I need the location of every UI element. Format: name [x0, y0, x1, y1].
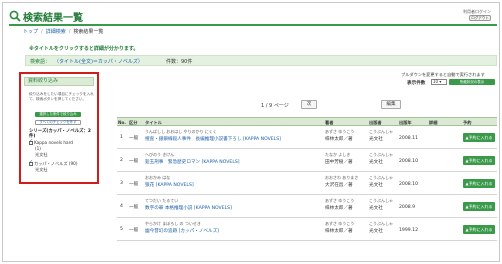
breadcrumb-top[interactable]: トップ [23, 29, 38, 35]
result-count: 件数：90件 [166, 59, 193, 65]
row-kubun: 一般 [129, 205, 139, 210]
facet-title: 資料絞り込み [24, 77, 94, 86]
row-no: 4 [120, 204, 123, 209]
row-author: 梓林太郎／著 [325, 229, 353, 234]
facet-clear-button[interactable]: すべてのチェックを外す [35, 120, 81, 125]
table-row: 2 一般 へびのう きけん 鉛玉刑事 緊急歴史ロマン [KAPPA NOVELS… [117, 149, 497, 172]
facet-section-title: シリーズ(カッパ・ノベルズ：2件) [29, 129, 91, 139]
row-kubun: 一般 [129, 182, 139, 187]
breadcrumb: トップ / 詳細検索 / 検索結果一覧 [23, 29, 104, 35]
row-publisher: 光文社 [369, 183, 383, 188]
row-title-link[interactable]: 幽今昔幻の追跡 [カッパ・ノベルズ] [145, 228, 219, 234]
row-year: 2008.11 [399, 136, 418, 141]
reserve-button[interactable]: ▲予約に入れる [463, 133, 495, 142]
per-page-value: 10 [433, 79, 439, 84]
per-page-select[interactable]: 10 ▾ [431, 79, 447, 85]
row-author-kana: あずさ ゆうこう [325, 198, 355, 203]
row-author-kana: おおさわ ありまさ [325, 175, 359, 180]
row-author: 梓林太郎／著 [325, 206, 353, 211]
table-header: No. 区分 タイトル 著者 出版者 出版年 詳細 予約 [117, 117, 497, 126]
table-row: 5 一般 やらかけ まぼろし の ついせき 幽今昔幻の追跡 [カッパ・ノベルズ]… [117, 218, 497, 241]
per-page-label: 表示件数 [407, 81, 426, 86]
logout-button[interactable]: ログアウト [469, 15, 491, 21]
row-title-kana: うんばしし おおはし やりのかり にくく [145, 129, 217, 134]
row-publisher: 光文社 [369, 206, 383, 211]
page-header: 検索結果一覧 利用者ログイン ログアウト [5, 7, 499, 24]
table-row: 4 一般 てつだい たるてい 数字の罪 本格推理小説 [KAPPA NOVELS… [117, 195, 497, 218]
row-publisher-kana: こうぶんしゃ [369, 198, 393, 203]
display-holdings-button[interactable]: 所蔵状況の表示 [449, 79, 495, 85]
row-author-kana: あずさ ゆうこう [325, 129, 355, 134]
reserve-button[interactable]: ▲予約に入れる [463, 225, 495, 234]
condition-label: 検索語： [30, 59, 51, 65]
row-year: 2008.10 [399, 159, 418, 164]
row-year: 1999.12 [399, 228, 418, 233]
row-no: 1 [120, 135, 123, 140]
facet-option-publisher: 光文社 [35, 152, 48, 157]
row-title-kana: へびのう きけん [145, 152, 175, 157]
facet-panel: 資料絞り込み 絞り込みをしたい項目にチェックを入れて、検索ボタンを押してください… [19, 72, 99, 184]
table-row: 3 一般 おおかみ はな 狼花 [KAPPA NOVELS] おおさわ ありまさ… [117, 172, 497, 195]
reserve-button[interactable]: ▲予約に入れる [463, 202, 495, 211]
row-author: 梓林太郎／著 [325, 137, 353, 142]
row-no: 3 [120, 181, 123, 186]
row-publisher: 光文社 [369, 229, 383, 234]
search-icon [9, 10, 21, 22]
hint-text: ※タイトルをクリックすると詳細が分かります。 [29, 46, 139, 52]
row-year: 2008.10 [399, 182, 418, 187]
row-year: 2008.9 [399, 205, 416, 210]
edit-button[interactable]: 編集 [381, 100, 401, 109]
row-publisher-kana: こうぶんしゃ [369, 152, 393, 157]
facet-option-count: (1) [35, 146, 41, 151]
row-kubun: 一般 [129, 136, 139, 141]
facet-option-label: カッパ・ノベルズ [34, 161, 68, 166]
condition-value: （タイトル(全文)＝カッパ・ノベルズ） [54, 59, 143, 65]
facet-option-publisher: 光文社 [35, 167, 48, 172]
facet-checkbox[interactable] [29, 139, 33, 145]
row-kubun: 一般 [129, 159, 139, 164]
facet-apply-button[interactable]: 選択した条件で絞り込み [35, 112, 81, 117]
reserve-button[interactable]: ▲予約に入れる [463, 156, 495, 165]
header-divider [9, 24, 497, 26]
reserve-button[interactable]: ▲予約に入れる [463, 179, 495, 188]
sort-note: プルダウンを変更すると自動で実行されます [401, 72, 485, 77]
row-title-link[interactable]: 捜査・銀鎖線殺人事件 長編推理小説書下ろし [KAPPA NOVELS] [145, 136, 281, 142]
row-publisher-kana: こうぶんしゃ [369, 175, 393, 180]
row-no: 5 [120, 227, 123, 232]
row-kubun: 一般 [129, 228, 139, 233]
facet-option-kappa-hard[interactable]: Kappa novels hard [29, 139, 95, 145]
app-frame: 検索結果一覧 利用者ログイン ログアウト トップ / 詳細検索 / 検索結果一覧 ※タイ… [2, 2, 500, 262]
breadcrumb-advanced-search[interactable]: 詳細検索 [46, 29, 66, 35]
row-author-kana: あずさ ゆうこう [325, 221, 355, 226]
row-no: 2 [120, 158, 123, 163]
table-row: 1 一般 うんばしし おおはし やりのかり にくく 捜査・銀鎖線殺人事件 長編推… [117, 126, 497, 149]
pager-text: 1 / 9 ページ [261, 103, 289, 109]
search-condition-bar: 検索語： （タイトル(全文)＝カッパ・ノベルズ） 件数：90件 [25, 55, 497, 66]
row-title-link[interactable]: 数字の罪 本格推理小説 [KAPPA NOVELS] [145, 205, 232, 211]
row-publisher: 光文社 [369, 137, 383, 142]
next-page-button[interactable]: 次 [301, 100, 317, 109]
row-title-kana: おおかみ はな [145, 175, 171, 180]
row-title-kana: やらかけ まぼろし の ついせき [145, 221, 201, 226]
breadcrumb-current: 検索結果一覧 [73, 29, 104, 35]
row-publisher-kana: こうぶんしゃ [369, 221, 393, 226]
facet-checkbox[interactable] [29, 160, 33, 166]
facet-note: 絞り込みをしたい項目にチェックを入れて、検索ボタンを押してください。 [29, 92, 94, 101]
facet-option-count: (90) [68, 161, 78, 166]
col-no: No. [118, 120, 126, 125]
row-title-link[interactable]: 鉛玉刑事 緊急歴史ロマン [KAPPA NOVELS] [145, 159, 240, 165]
row-title-link[interactable]: 狼花 [KAPPA NOVELS] [145, 182, 194, 188]
row-title-kana: てつだい たるてい [145, 198, 179, 203]
row-author: 大沢在昌／著 [325, 183, 353, 188]
facet-option-label: Kappa novels hard [34, 140, 73, 145]
row-author: 田中芳樹／著 [325, 160, 353, 165]
page-title: 検索結果一覧 [23, 13, 83, 24]
row-publisher-kana: こうぶんしゃ [369, 129, 393, 134]
row-author-kana: たなか よしき [325, 152, 351, 157]
row-publisher: 光文社 [369, 160, 383, 165]
facet-option-kappa-novels[interactable]: カッパ・ノベルズ (90) [29, 160, 95, 166]
